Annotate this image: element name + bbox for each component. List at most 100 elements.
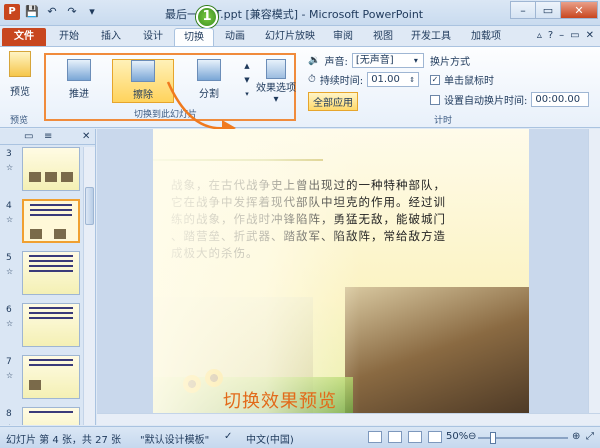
reading-view-icon[interactable] xyxy=(408,431,422,443)
transition-split[interactable]: 分割 xyxy=(178,59,240,103)
maximize-button[interactable]: ▭ xyxy=(535,1,561,19)
preview-label: 预览 xyxy=(10,87,30,98)
fit-slide-icon[interactable]: ⤢ xyxy=(586,431,594,442)
effect-options-icon xyxy=(266,59,286,79)
effect-dropdown-icon: ▾ xyxy=(273,94,279,105)
doc-restore-icon[interactable]: ▭ xyxy=(570,30,579,41)
thumb-preview xyxy=(22,355,80,399)
zoom-level[interactable]: 50% xyxy=(446,431,468,442)
current-slide[interactable]: 战象，在古代战争史上曾出现过的一种特种部队， 它在战争中发挥着现代部队中坦克的作… xyxy=(153,129,529,413)
doc-minimize-icon[interactable]: – xyxy=(559,30,564,41)
transition-push-label: 推进 xyxy=(69,89,89,100)
sound-icon: 🔉 xyxy=(308,55,321,66)
customize-qat-icon[interactable]: ▾ xyxy=(84,4,100,20)
tab-insert[interactable]: 插入 xyxy=(96,28,126,46)
slide-thumb[interactable]: 3 ☆ xyxy=(4,147,80,193)
transition-wipe[interactable]: 擦除 xyxy=(112,59,174,103)
slide-text-line: 战象，在古代战争史上曾出现过的一种特种部队， xyxy=(171,178,446,192)
spellcheck-icon[interactable]: ✓ xyxy=(224,431,232,442)
thumb-preview xyxy=(22,407,80,425)
thumb-preview xyxy=(22,251,80,295)
outline-tab-icon[interactable]: ≡ xyxy=(44,131,52,142)
title-bar: P 💾 ↶ ↷ ▾ 最后一 PPT.ppt [兼容模式] - Microsoft… xyxy=(0,0,600,28)
theme-name: "默认设计模板" xyxy=(140,435,210,446)
thumbnails-scrollbar[interactable] xyxy=(83,147,95,425)
save-icon[interactable]: 💾 xyxy=(24,4,40,20)
gallery-group-label: 切换到此幻灯片 xyxy=(134,110,198,120)
duration-row: ⏱ 持续时间: 01.00 ⇕ xyxy=(308,72,420,87)
slide-text-line: 它在战争中发挥着现代部队中坦克的作用。经过训 xyxy=(171,195,446,209)
duration-icon: ⏱ xyxy=(308,74,316,85)
tab-animations[interactable]: 动画 xyxy=(220,28,250,46)
undo-icon[interactable]: ↶ xyxy=(44,4,60,20)
auto-advance-row: 设置自动换片时间: 00:00.00 xyxy=(430,92,590,107)
slide-thumb[interactable]: 5 ☆ xyxy=(4,251,80,297)
scroll-thumb[interactable] xyxy=(85,187,94,225)
push-icon xyxy=(67,59,91,81)
transition-star-icon: ☆ xyxy=(6,215,14,224)
panel-close-icon[interactable]: ✕ xyxy=(82,131,90,142)
slide-sorter-icon[interactable] xyxy=(388,431,402,443)
slideshow-icon[interactable] xyxy=(428,431,442,443)
tab-addins[interactable]: 加载项 xyxy=(466,28,506,46)
zoom-slider-knob[interactable] xyxy=(490,432,496,444)
sunflower-icon xyxy=(205,369,223,387)
preview-button[interactable]: 预览 xyxy=(6,51,34,109)
slide-text-line: 成极大的杀伤。 xyxy=(171,246,259,260)
normal-view-icon[interactable] xyxy=(368,431,382,443)
tab-transitions[interactable]: 切换 xyxy=(174,28,214,46)
on-click-row: ✓ 单击鼠标时 xyxy=(430,72,494,87)
language[interactable]: 中文(中国) xyxy=(246,431,294,446)
slide-count: 幻灯片 第 4 张，共 27 张 xyxy=(6,435,121,446)
thumb-preview xyxy=(22,303,80,347)
transition-star-icon: ☆ xyxy=(6,319,14,328)
minimize-button[interactable]: – xyxy=(510,1,536,19)
tab-view[interactable]: 视图 xyxy=(368,28,398,46)
powerpoint-app-icon[interactable]: P xyxy=(4,4,20,20)
zoom-in-icon[interactable]: ⊕ xyxy=(572,431,580,442)
tab-review[interactable]: 审阅 xyxy=(328,28,358,46)
timing-group-label: 计时 xyxy=(434,116,453,126)
split-icon xyxy=(197,59,221,81)
doc-close-icon[interactable]: ✕ xyxy=(586,30,594,41)
slide-thumb[interactable]: 4 ☆ xyxy=(4,199,80,245)
advance-slide-heading: 换片方式 xyxy=(430,57,470,68)
slide-body-text[interactable]: 战象，在古代战争史上曾出现过的一种特种部队， 它在战争中发挥着现代部队中坦克的作… xyxy=(171,177,521,262)
thumb-preview-selected xyxy=(22,199,80,243)
slide-thumb[interactable]: 7 ☆ xyxy=(4,355,80,401)
effect-options-button[interactable]: 效果选项 ▾ xyxy=(256,59,296,105)
tab-file[interactable]: 文件 xyxy=(2,28,46,46)
gallery-down-icon[interactable]: ▼ xyxy=(242,73,252,87)
preview-group-label: 预览 xyxy=(10,116,29,126)
thumb-number: 6 xyxy=(6,305,12,315)
thumb-number: 8 xyxy=(6,409,12,419)
transition-split-label: 分割 xyxy=(199,89,219,100)
auto-advance-time-input[interactable]: 00:00.00 xyxy=(531,92,590,107)
gallery-up-icon[interactable]: ▲ xyxy=(242,59,252,73)
editor-vertical-scrollbar[interactable] xyxy=(588,129,600,413)
quick-access-toolbar: P 💾 ↶ ↷ ▾ xyxy=(4,4,100,20)
zoom-out-icon[interactable]: ⊖ xyxy=(468,431,476,442)
editor-horizontal-scrollbar[interactable] xyxy=(97,413,600,425)
slide-thumb[interactable]: 6 ☆ xyxy=(4,303,80,349)
auto-advance-checkbox[interactable] xyxy=(430,94,440,105)
close-button[interactable]: ✕ xyxy=(560,1,598,19)
slides-tab-icon[interactable]: ▭ xyxy=(24,131,33,142)
redo-icon[interactable]: ↷ xyxy=(64,4,80,20)
gallery-more-icon[interactable]: ▾ xyxy=(242,87,252,101)
help-icon[interactable]: ? xyxy=(548,30,553,41)
on-click-checkbox[interactable]: ✓ xyxy=(430,74,440,85)
transition-star-icon: ☆ xyxy=(6,423,13,425)
tab-design[interactable]: 设计 xyxy=(138,28,168,46)
transition-push[interactable]: 推进 xyxy=(48,59,110,103)
apply-all-button[interactable]: 全部应用 xyxy=(308,92,358,111)
on-click-label: 单击鼠标时 xyxy=(444,76,494,87)
sound-dropdown-icon[interactable]: ▾ xyxy=(414,56,418,65)
slide-thumb[interactable]: 8 ☆ xyxy=(4,407,80,425)
tab-developer[interactable]: 开发工具 xyxy=(406,28,456,46)
minimize-ribbon-icon[interactable]: ▵ xyxy=(537,30,542,41)
tab-slideshow[interactable]: 幻灯片放映 xyxy=(260,28,320,46)
slide-thumbnails: 3 ☆ 4 ☆ 5 ☆ 6 ☆ 7 ☆ 8 ☆ xyxy=(0,147,82,425)
duration-spinner-icon[interactable]: ⇕ xyxy=(409,76,415,84)
tab-home[interactable]: 开始 xyxy=(54,28,84,46)
